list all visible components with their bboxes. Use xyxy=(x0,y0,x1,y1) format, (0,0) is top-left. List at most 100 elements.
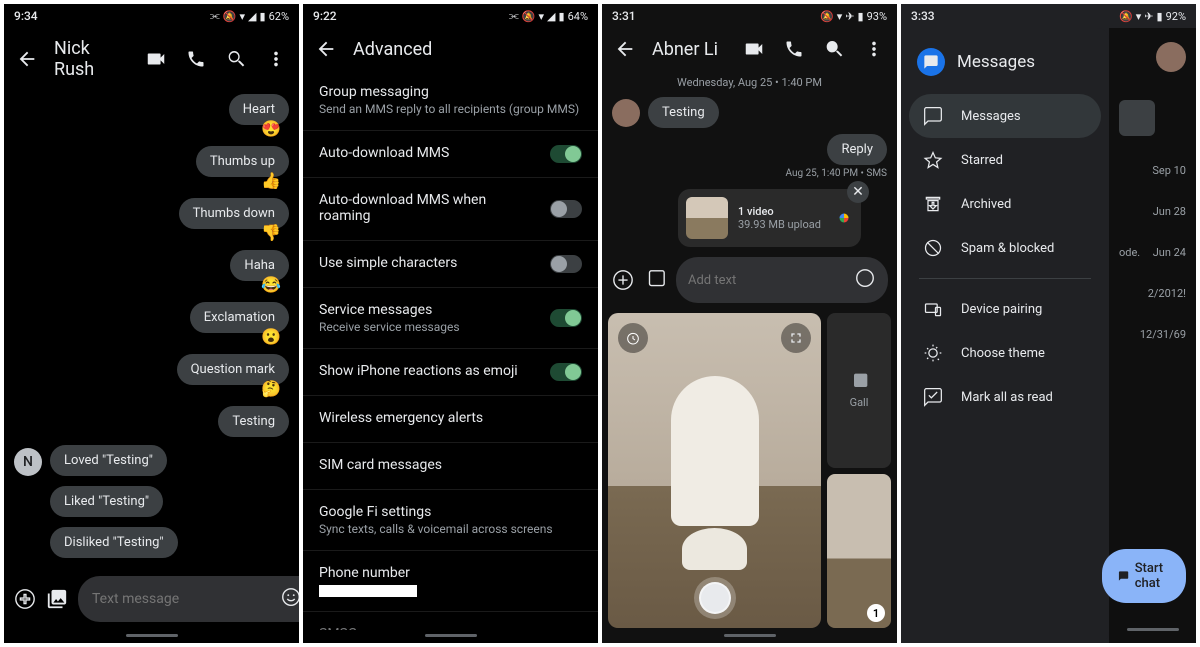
toggle-switch[interactable] xyxy=(550,363,582,381)
compose-input[interactable] xyxy=(688,273,854,288)
toggle-switch[interactable] xyxy=(550,200,582,218)
status-icons: 🔕 ▾ ✈ ▮ 93% xyxy=(820,10,887,23)
reaction-emoji: 🤔 xyxy=(261,379,281,398)
dnd-icon: 🔕 xyxy=(223,10,237,23)
message-bubble[interactable]: Loved "Testing" xyxy=(50,445,167,476)
more-button[interactable] xyxy=(863,38,885,60)
setting-sim-messages[interactable]: SIM card messages xyxy=(303,443,598,490)
message-input[interactable] xyxy=(92,591,270,607)
message-timestamp: Aug 25, 1:40 PM • SMS xyxy=(612,165,887,179)
search-button[interactable] xyxy=(225,48,247,70)
setting-google-fi[interactable]: Google Fi settingsSync texts, calls & vo… xyxy=(303,490,598,551)
more-button[interactable] xyxy=(265,48,287,70)
start-chat-fab[interactable]: Start chat xyxy=(1102,549,1186,603)
drawer-item-theme[interactable]: Choose theme xyxy=(909,331,1101,375)
battery-icon: ▮ xyxy=(858,10,864,23)
message-bubble[interactable]: Reply xyxy=(827,134,887,165)
back-button[interactable] xyxy=(16,48,38,70)
toggle-switch[interactable] xyxy=(550,145,582,163)
conversation-item[interactable] xyxy=(1109,86,1196,150)
video-call-button[interactable] xyxy=(743,38,765,60)
fullscreen-button[interactable] xyxy=(781,323,811,353)
conversation-item[interactable]: 2/2012! xyxy=(1109,273,1196,314)
date-divider: Wednesday, Aug 25 • 1:40 PM xyxy=(602,70,897,95)
camera-subject xyxy=(671,376,759,526)
camera-subject-base xyxy=(682,528,747,570)
emoji-button[interactable] xyxy=(280,586,299,612)
toggle-switch[interactable] xyxy=(550,255,582,273)
conversation-item[interactable]: Sep 10 xyxy=(1109,150,1196,191)
back-button[interactable] xyxy=(614,38,636,60)
contact-name[interactable]: Nick Rush xyxy=(54,38,129,80)
remove-attachment-button[interactable]: ✕ xyxy=(847,181,869,203)
wifi-icon: ▾ xyxy=(240,10,246,23)
setting-emergency-alerts[interactable]: Wireless emergency alerts xyxy=(303,396,598,443)
drawer-item-mark-read[interactable]: Mark all as read xyxy=(909,375,1101,419)
nearby-icon: ⫘ xyxy=(210,9,220,23)
nav-handle[interactable] xyxy=(425,634,477,637)
drawer-item-messages[interactable]: Messages xyxy=(909,94,1101,138)
message-bubble[interactable]: Liked "Testing" xyxy=(50,486,163,517)
drawer-item-device-pairing[interactable]: Device pairing xyxy=(909,287,1101,331)
reaction-emoji: 👎 xyxy=(261,223,281,242)
nav-handle[interactable] xyxy=(126,634,178,637)
setting-auto-download-mms[interactable]: Auto-download MMS xyxy=(303,131,598,178)
emoji-button[interactable] xyxy=(854,267,876,293)
setting-phone-number[interactable]: Phone number xyxy=(303,551,598,612)
battery-pct: 62% xyxy=(269,10,289,23)
avatar[interactable] xyxy=(612,99,640,127)
account-avatar[interactable] xyxy=(1156,42,1186,72)
call-button[interactable] xyxy=(783,38,805,60)
add-button[interactable] xyxy=(612,269,634,291)
gallery-button[interactable] xyxy=(46,588,68,610)
video-call-button[interactable] xyxy=(145,48,167,70)
drawer-item-starred[interactable]: Starred xyxy=(909,138,1101,182)
message-bubble[interactable]: Testing xyxy=(218,406,289,437)
conversation-list-background[interactable]: Sep 10 Jun 28 ode.Jun 24 2/2012! 12/31/6… xyxy=(1109,28,1196,643)
status-icons: ⫘ 🔕 ▾ ◢ ▮ 64% xyxy=(509,9,588,23)
compose-bar: SMS xyxy=(602,253,897,307)
nav-handle[interactable] xyxy=(1127,628,1179,631)
screen-navigation-drawer: 3:33 🔕 ▾ ✈ ▮ 92% Messages Messages Starr… xyxy=(901,4,1196,643)
conversation-header: Abner Li xyxy=(602,28,897,70)
message-bubble[interactable]: Disliked "Testing" xyxy=(50,527,178,558)
nav-handle[interactable] xyxy=(724,634,776,637)
setting-auto-download-roaming[interactable]: Auto-download MMS when roaming xyxy=(303,178,598,241)
message-bubble[interactable]: Testing xyxy=(648,97,719,128)
status-icons: ⫘ 🔕 ▾ ◢ ▮ 62% xyxy=(210,9,289,23)
setting-iphone-reactions[interactable]: Show iPhone reactions as emoji xyxy=(303,349,598,396)
message-input-field[interactable] xyxy=(78,576,299,622)
gallery-thumbnail[interactable]: 1 xyxy=(827,474,891,629)
conversation-item[interactable]: 12/31/69 xyxy=(1109,314,1196,355)
conversation-item[interactable]: Jun 28 xyxy=(1109,191,1196,232)
setting-smsc[interactable]: SMSC xyxy=(303,612,598,630)
timer-button[interactable] xyxy=(618,323,648,353)
gallery-button[interactable] xyxy=(644,269,666,291)
setting-service-messages[interactable]: Service messagesReceive service messages xyxy=(303,288,598,349)
toggle-switch[interactable] xyxy=(550,309,582,327)
redacted-value xyxy=(319,585,417,597)
setting-simple-characters[interactable]: Use simple characters xyxy=(303,241,598,288)
settings-list[interactable]: Group messagingSend an MMS reply to all … xyxy=(303,70,598,630)
compose-input-field[interactable] xyxy=(676,257,888,303)
add-button[interactable] xyxy=(14,588,36,610)
avatar[interactable]: N xyxy=(14,448,42,476)
attachment-preview[interactable]: 1 video 39.93 MB upload ✕ xyxy=(678,189,861,247)
search-button[interactable] xyxy=(823,38,845,60)
status-icons: 🔕 ▾ ✈ ▮ 92% xyxy=(1119,10,1186,23)
conversation-item[interactable]: ode.Jun 24 xyxy=(1109,232,1196,273)
message-list[interactable]: Heart😍 Thumbs up👍 Thumbs down👎 Haha😂 Exc… xyxy=(4,90,299,568)
battery-icon: ▮ xyxy=(260,10,266,23)
back-button[interactable] xyxy=(315,38,337,60)
drawer-item-spam[interactable]: Spam & blocked xyxy=(909,226,1101,270)
drawer-item-archived[interactable]: Archived xyxy=(909,182,1101,226)
contact-name[interactable]: Abner Li xyxy=(652,39,727,60)
status-time: 9:34 xyxy=(14,9,38,23)
drawer-header: Messages xyxy=(909,38,1101,94)
gallery-button-tile[interactable]: Gall xyxy=(827,313,891,468)
wifi-icon: ▾ xyxy=(837,10,843,23)
setting-group-messaging[interactable]: Group messagingSend an MMS reply to all … xyxy=(303,70,598,131)
call-button[interactable] xyxy=(185,48,207,70)
camera-viewfinder[interactable] xyxy=(608,313,821,628)
shutter-button[interactable] xyxy=(699,582,731,614)
